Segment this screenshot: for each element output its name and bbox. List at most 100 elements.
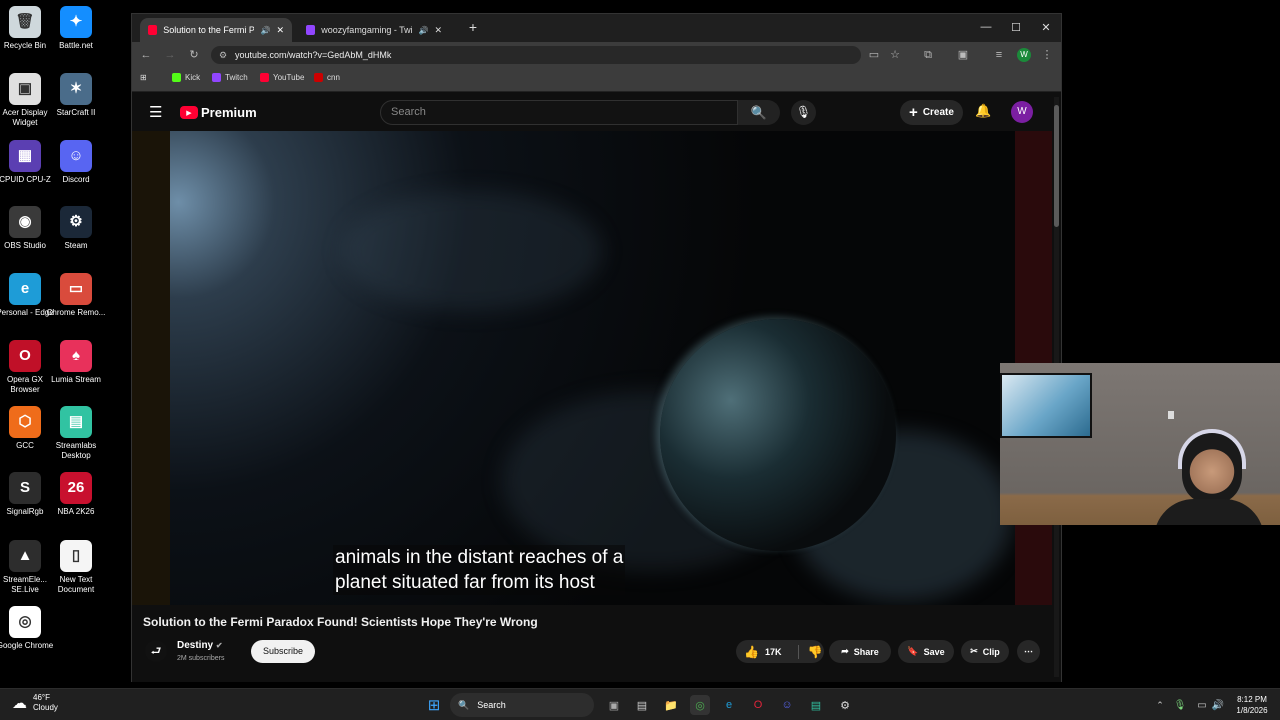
extensions-icon[interactable]: ⧉ bbox=[919, 46, 937, 64]
maximize-button[interactable]: ☐ bbox=[1001, 14, 1031, 40]
desktop-icon[interactable]: ✶ StarCraft II bbox=[45, 73, 107, 118]
clock-time: 8:12 PM bbox=[1237, 695, 1267, 704]
desktop-icon[interactable]: ▯ New Text Document bbox=[45, 540, 107, 595]
more-actions-button[interactable]: ⋯ bbox=[1017, 640, 1040, 663]
url-field[interactable]: ⚙ youtube.com/watch?v=GedAbM_dHMk bbox=[211, 46, 861, 64]
notifications-bell-icon[interactable]: 🔔 bbox=[975, 103, 991, 119]
split-view-icon[interactable]: ▣ bbox=[954, 46, 972, 64]
site-info-icon[interactable]: ⚙ bbox=[219, 46, 227, 64]
twitch-favicon-icon bbox=[212, 73, 221, 82]
menu-kebab-icon[interactable]: ⋮ bbox=[1038, 46, 1056, 64]
widgets-icon[interactable]: ▤ bbox=[632, 695, 652, 715]
browser-window: Solution to the Fermi Parad 🔊 ✕ woozyfam… bbox=[131, 13, 1062, 682]
weather-temp: 46°F bbox=[33, 693, 50, 702]
show-hidden-icons-icon[interactable]: ⌃ bbox=[1150, 695, 1170, 715]
desktop-icon-label: NBA 2K26 bbox=[57, 507, 95, 516]
scissors-icon: ✂ bbox=[970, 646, 978, 656]
streamlabs-taskbar-icon[interactable]: ▤ bbox=[806, 695, 826, 715]
tab-close-icon[interactable]: ✕ bbox=[434, 25, 442, 36]
channel-avatar[interactable]: ⮐ bbox=[145, 640, 167, 662]
chrome-taskbar-icon[interactable]: ◎ bbox=[690, 695, 710, 715]
tab-title: Solution to the Fermi Parad bbox=[163, 25, 255, 35]
channel-name-text: Destiny bbox=[177, 640, 214, 651]
new-text-document-icon: ▯ bbox=[60, 540, 92, 572]
close-button[interactable]: ✕ bbox=[1031, 14, 1061, 40]
bookmark-star-icon[interactable]: ☆ bbox=[886, 46, 904, 64]
desktop-icon[interactable]: 26 NBA 2K26 bbox=[45, 472, 107, 517]
search-button[interactable]: 🔍 bbox=[738, 100, 780, 125]
desktop-icon[interactable]: ▤ Streamlabs Desktop bbox=[45, 406, 107, 461]
create-button[interactable]: + Create bbox=[900, 100, 963, 125]
tab-twitch[interactable]: woozyfamgaming - Twitch 🔊 ✕ bbox=[298, 18, 450, 42]
forward-icon[interactable]: → bbox=[161, 46, 179, 64]
desktop-icon-label: StarCraft II bbox=[56, 108, 96, 117]
clip-button[interactable]: ✂ Clip bbox=[961, 640, 1009, 663]
save-button[interactable]: 🔖 Save bbox=[898, 640, 954, 663]
desktop-icon[interactable]: ☺ Discord bbox=[45, 140, 107, 185]
edge-taskbar-icon[interactable]: e bbox=[719, 695, 739, 715]
profile-avatar[interactable]: W bbox=[1017, 48, 1031, 62]
discord-taskbar-icon[interactable]: ☺ bbox=[777, 695, 797, 715]
scrollbar-thumb[interactable] bbox=[1054, 105, 1059, 227]
bookmark-twitch[interactable]: Twitch bbox=[212, 73, 248, 82]
desktop-icon[interactable]: ▭ Chrome Remo... bbox=[45, 273, 107, 318]
desktop-icon[interactable]: ⚙ Steam bbox=[45, 206, 107, 251]
caption-line: animals in the distant reaches of a bbox=[335, 547, 624, 568]
settings-taskbar-icon[interactable]: ⚙ bbox=[835, 695, 855, 715]
new-tab-button[interactable]: + bbox=[458, 14, 488, 40]
subscribe-button[interactable]: Subscribe bbox=[251, 640, 315, 663]
voice-search-button[interactable]: 🎙 bbox=[791, 100, 816, 125]
channel-name[interactable]: Destiny ✔ bbox=[177, 640, 223, 651]
signalrgb-icon: S bbox=[9, 472, 41, 504]
windows-start-icon[interactable]: ⊞ bbox=[424, 695, 444, 715]
share-button[interactable]: ➦ Share bbox=[829, 640, 891, 663]
search-label: Search bbox=[477, 700, 506, 710]
bookmark-label: Kick bbox=[185, 73, 201, 82]
tab-title: woozyfamgaming - Twitch bbox=[321, 25, 413, 35]
like-button[interactable]: 👍 17K bbox=[744, 645, 781, 659]
hamburger-menu-icon[interactable]: ☰ bbox=[149, 103, 162, 121]
cnn-favicon-icon bbox=[314, 73, 323, 82]
clip-label: Clip bbox=[982, 646, 1000, 657]
apps-grid-icon[interactable]: ⊞ bbox=[140, 73, 147, 82]
desktop-icon-label: Steam bbox=[64, 241, 88, 250]
video-player[interactable]: animals in the distant reaches of a plan… bbox=[142, 131, 1052, 605]
file-explorer-icon[interactable]: 📁 bbox=[661, 695, 681, 715]
opera-taskbar-icon[interactable]: O bbox=[748, 695, 768, 715]
taskbar: ☁ 46°F Cloudy ⊞ 🔍 Search ▣ ▤ 📁 ◎ e O ☺ ▤… bbox=[0, 688, 1280, 720]
caption-line: planet situated far from its host bbox=[335, 572, 595, 593]
account-avatar[interactable]: W bbox=[1011, 101, 1033, 123]
youtube-favicon-icon bbox=[260, 73, 269, 82]
bookmark-youtube[interactable]: YouTube bbox=[260, 73, 304, 82]
volume-icon[interactable]: 🔊 bbox=[1208, 695, 1228, 715]
back-icon[interactable]: ← bbox=[137, 46, 155, 64]
minimize-button[interactable]: — bbox=[971, 14, 1001, 40]
task-view-icon[interactable]: ▣ bbox=[604, 695, 624, 715]
desktop-icon[interactable]: ✦ Battle.net bbox=[45, 6, 107, 51]
search-input[interactable]: Search bbox=[380, 100, 738, 125]
headphones bbox=[1178, 429, 1246, 469]
taskbar-search[interactable]: 🔍 Search bbox=[450, 693, 594, 717]
audio-icon: 🔊 bbox=[260, 25, 271, 35]
desktop-icon-label: New Text Document bbox=[57, 575, 95, 594]
video-caption: animals in the distant reaches of a plan… bbox=[333, 545, 626, 595]
clock[interactable]: 8:12 PM 1/8/2026 bbox=[1228, 694, 1276, 716]
bookmark-kick[interactable]: Kick bbox=[172, 73, 200, 82]
desktop-icon[interactable]: ◎ Google Chrome bbox=[0, 606, 56, 651]
subscriber-count: 2M subscribers bbox=[177, 655, 225, 662]
desktop-icon-label: Chrome Remo... bbox=[46, 308, 106, 317]
bookmark-cnn[interactable]: cnn bbox=[314, 73, 340, 82]
desktop-icon[interactable]: ♠ Lumia Stream bbox=[45, 340, 107, 385]
youtube-logo[interactable]: ▶ Premium bbox=[180, 105, 257, 120]
tab-youtube[interactable]: Solution to the Fermi Parad 🔊 ✕ bbox=[140, 18, 292, 42]
microphone-tray-icon[interactable]: 🎙 bbox=[1170, 695, 1190, 715]
weather-widget[interactable]: ☁ 46°F Cloudy bbox=[12, 693, 58, 713]
like-dislike-group: 👍 17K 👎 bbox=[736, 640, 824, 663]
cast-icon[interactable]: ▭ bbox=[865, 46, 883, 64]
tab-close-icon[interactable]: ✕ bbox=[276, 25, 284, 36]
twitch-favicon-icon bbox=[306, 25, 316, 35]
media-icon[interactable]: ≡ bbox=[990, 46, 1008, 64]
dislike-button[interactable]: 👎 bbox=[798, 644, 822, 659]
reload-icon[interactable]: ↻ bbox=[185, 46, 203, 64]
bookmark-icon: 🔖 bbox=[907, 646, 919, 656]
